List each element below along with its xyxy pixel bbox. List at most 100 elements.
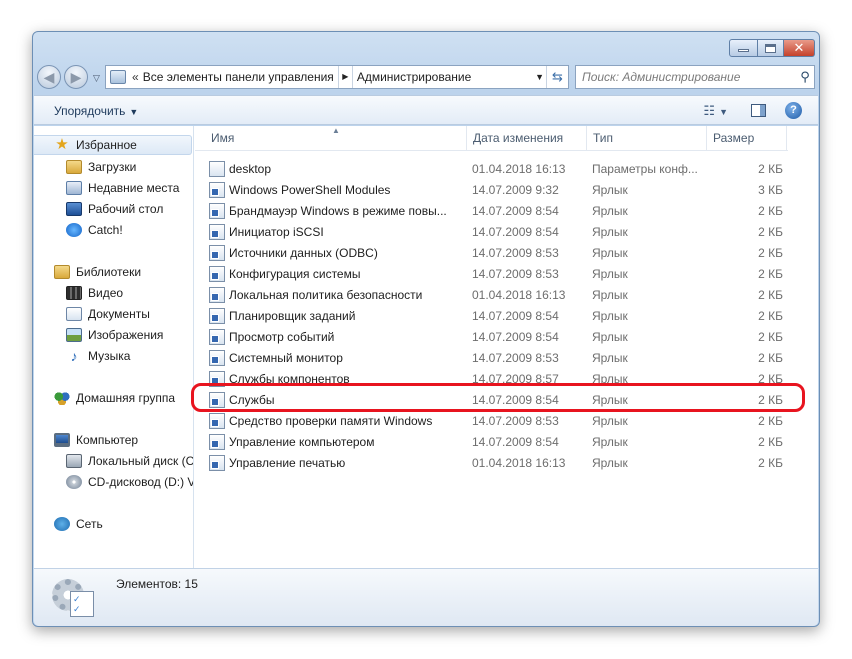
sidebar-item-video[interactable]: Видео <box>66 283 123 303</box>
refresh-button[interactable]: ⇆ <box>546 66 568 88</box>
content-area: ★ Избранное Загрузки Недавние места Рабоч… <box>34 126 818 568</box>
sidebar-item-cd-drive[interactable]: CD-дисковод (D:) Vi <box>66 472 194 492</box>
desktop-icon <box>66 202 82 216</box>
sidebar-item-label: Локальный диск (C <box>88 454 194 468</box>
table-row[interactable]: desktop 01.04.2018 16:13 Параметры конф...… <box>209 158 783 179</box>
table-row[interactable]: Конфигурация системы 14.07.2009 8:53 Ярлык… <box>209 263 783 284</box>
sidebar-item-libraries[interactable]: Библиотеки <box>54 262 141 282</box>
file-type: Ярлык <box>592 434 628 449</box>
table-row[interactable]: Инициатор iSCSI 14.07.2009 8:54 Ярлык 2 КБ <box>209 221 783 242</box>
file-type: Ярлык <box>592 266 628 281</box>
file-size: 3 КБ <box>758 182 783 197</box>
file-type: Параметры конф... <box>592 161 698 176</box>
homegroup-icon <box>54 391 70 405</box>
sidebar-item-label: Изображения <box>88 328 164 342</box>
address-bar[interactable]: « Все элементы панели управления ▶ Админ… <box>105 65 569 89</box>
file-date: 14.07.2009 8:54 <box>472 434 559 449</box>
forward-button[interactable]: ▶ <box>64 65 88 89</box>
file-size: 2 КБ <box>758 245 783 260</box>
sidebar-item-catch[interactable]: Catch! <box>66 220 123 240</box>
sidebar-item-label: Компьютер <box>76 433 139 447</box>
computer-icon <box>54 433 70 447</box>
sidebar-item-favorites[interactable]: ★ Избранное <box>34 135 192 155</box>
file-type: Ярлык <box>592 203 628 218</box>
chevron-down-icon: ▽ <box>93 73 100 83</box>
view-options-button[interactable]: ☷ ▼ <box>703 103 728 119</box>
catch-app-icon <box>66 223 82 237</box>
table-row[interactable]: Источники данных (ODBC) 14.07.2009 8:53 Яр… <box>209 242 783 263</box>
column-header-size[interactable]: Размер <box>707 126 787 151</box>
sidebar-item-computer[interactable]: Компьютер <box>54 430 138 450</box>
maximize-button[interactable] <box>758 39 784 57</box>
file-list[interactable]: Имя ▲ Дата изменения Тип Размер desktop 0… <box>195 126 818 568</box>
sidebar-item-music[interactable]: ♪ Музыка <box>66 346 131 366</box>
file-type: Ярлык <box>592 329 628 344</box>
column-header-date[interactable]: Дата изменения <box>467 126 587 151</box>
table-row[interactable]: Управление компьютером 14.07.2009 8:54 Ярл… <box>209 431 783 452</box>
file-name: Локальная политика безопасности <box>229 287 423 302</box>
sidebar-item-pictures[interactable]: Изображения <box>66 325 163 345</box>
help-icon: ? <box>790 104 797 116</box>
search-input[interactable]: Поиск: Администрирование <box>582 70 796 84</box>
back-button[interactable]: ◀ <box>37 65 61 89</box>
sidebar-item-desktop[interactable]: Рабочий стол <box>66 199 163 219</box>
navigation-pane[interactable]: ★ Избранное Загрузки Недавние места Рабоч… <box>34 126 194 568</box>
items-count: Элементов: 15 <box>116 577 198 591</box>
downloads-folder-icon <box>66 160 82 174</box>
file-size: 2 КБ <box>758 224 783 239</box>
file-size: 2 КБ <box>758 203 783 218</box>
search-icon[interactable]: ⚲ <box>796 69 814 85</box>
preview-pane-button[interactable] <box>751 104 766 117</box>
sidebar-item-downloads[interactable]: Загрузки <box>66 157 136 177</box>
administrative-tools-icon <box>52 575 96 619</box>
sidebar-item-label: Избранное <box>76 138 137 152</box>
shortcut-icon <box>209 454 225 471</box>
table-row[interactable]: Планировщик заданий 14.07.2009 8:54 Ярлык 2… <box>209 305 783 326</box>
search-box[interactable]: Поиск: Администрирование ⚲ <box>575 65 815 89</box>
table-row[interactable]: Системный монитор 14.07.2009 8:53 Ярлык 2 К… <box>209 347 783 368</box>
breadcrumb-administration[interactable]: Администрирование <box>353 70 475 84</box>
file-size: 2 КБ <box>758 308 783 323</box>
config-file-icon <box>209 160 225 177</box>
highlight-annotation <box>191 383 805 412</box>
sidebar-item-documents[interactable]: Документы <box>66 304 150 324</box>
file-name: Конфигурация системы <box>229 266 361 281</box>
file-name: Инициатор iSCSI <box>229 224 324 239</box>
file-type: Ярлык <box>592 182 628 197</box>
sidebar-item-label: Сеть <box>76 517 103 531</box>
file-type: Ярлык <box>592 308 628 323</box>
file-date: 14.07.2009 8:53 <box>472 245 559 260</box>
file-name: Управление компьютером <box>229 434 375 449</box>
help-button[interactable]: ? <box>785 102 802 119</box>
file-name: Системный монитор <box>229 350 343 365</box>
file-name: desktop <box>229 161 272 176</box>
file-date: 14.07.2009 8:53 <box>472 413 559 428</box>
libraries-icon <box>54 265 70 279</box>
sidebar-item-homegroup[interactable]: Домашняя группа <box>54 388 175 408</box>
file-type: Ярлык <box>592 245 628 260</box>
column-header-type[interactable]: Тип <box>587 126 707 151</box>
sidebar-item-network[interactable]: Сеть <box>54 514 103 534</box>
address-overflow[interactable]: « <box>132 70 139 84</box>
recent-pages-dropdown[interactable]: ▽ <box>93 73 100 84</box>
table-row[interactable]: Брандмауэр Windows в режиме повы... 14.07… <box>209 200 783 221</box>
table-row[interactable]: Просмотр событий 14.07.2009 8:54 Ярлык 2 КБ <box>209 326 783 347</box>
sidebar-item-local-disk[interactable]: Локальный диск (C <box>66 451 194 471</box>
table-row[interactable]: Управление печатью 01.04.2018 16:13 Ярлык 2… <box>209 452 783 473</box>
table-row[interactable]: Средство проверки памяти Windows 14.07.20… <box>209 410 783 431</box>
documents-library-icon <box>66 307 82 321</box>
table-row[interactable]: Windows PowerShell Modules 14.07.2009 9:3… <box>209 179 783 200</box>
breadcrumb-all-control-panel-items[interactable]: Все элементы панели управления <box>139 70 338 84</box>
table-row[interactable]: Локальная политика безопасности 01.04.201… <box>209 284 783 305</box>
sidebar-item-recent-places[interactable]: Недавние места <box>66 178 179 198</box>
minimize-button[interactable] <box>729 39 758 57</box>
breadcrumb-separator-icon[interactable]: ▶ <box>337 66 353 88</box>
close-button[interactable]: ✕ <box>784 39 815 57</box>
navigation-row: ◀ ▶ ▽ « Все элементы панели управления ▶… <box>37 65 815 91</box>
music-library-icon: ♪ <box>70 348 78 364</box>
file-name: Брандмауэр Windows в режиме повы... <box>229 203 447 218</box>
organize-button[interactable]: Упорядочить ▼ <box>54 104 138 118</box>
sidebar-item-label: CD-дисковод (D:) Vi <box>88 475 194 489</box>
file-size: 2 КБ <box>758 413 783 428</box>
address-history-dropdown[interactable]: ▼ <box>535 72 544 82</box>
